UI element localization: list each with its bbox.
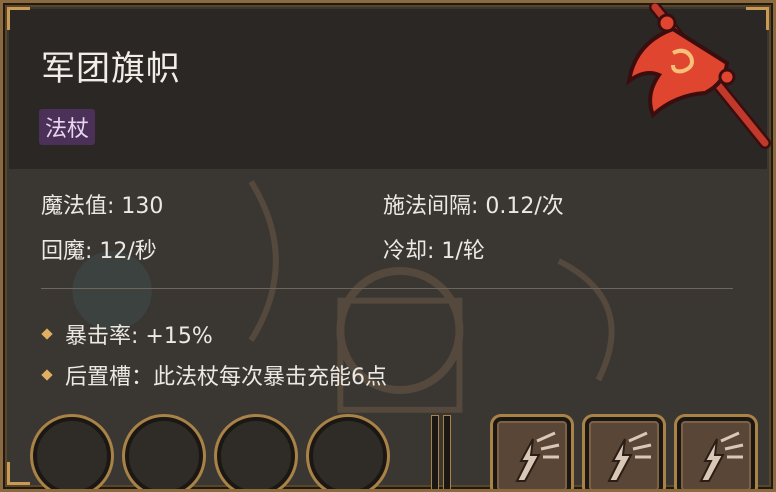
stat-cast-interval: 施法间隔: 0.12/次 — [383, 194, 564, 219]
divider — [41, 288, 733, 289]
diamond-bullet-icon — [41, 369, 53, 381]
item-type-badge: 法杖 — [39, 109, 96, 145]
stat-cooldown: 冷却: 1/轮 — [383, 239, 485, 264]
corner-ornament — [7, 462, 30, 485]
spell-slot[interactable] — [585, 417, 663, 489]
stat-mana: 魔法值: 130 — [41, 194, 164, 219]
spell-slot[interactable] — [493, 417, 571, 489]
bonus-text: 暴击率: +15% — [65, 324, 213, 349]
empty-spell-slot[interactable] — [309, 417, 387, 489]
spell-slot[interactable] — [677, 417, 755, 489]
slot-separator — [443, 415, 451, 489]
lightning-hand-icon — [515, 431, 560, 482]
bonus-crit: 暴击率: +15% — [41, 318, 213, 350]
item-tooltip-panel: 军团旗帜 法杖 魔法值: 130 施法间隔: 0.12/次 回魔: 12/秒 冷… — [0, 0, 776, 492]
lightning-hand-icon — [699, 431, 744, 482]
item-name: 军团旗帜 — [41, 49, 181, 89]
corner-ornament — [7, 7, 30, 30]
bonus-back-slot: 后置槽：此法杖每次暴击充能6点 — [41, 359, 387, 391]
slot-separator — [431, 415, 439, 489]
bonus-text: 后置槽：此法杖每次暴击充能6点 — [65, 365, 387, 390]
flag-staff-icon — [626, 3, 771, 149]
stat-regen: 回魔: 12/秒 — [41, 239, 157, 264]
empty-spell-slot[interactable] — [217, 417, 295, 489]
diamond-bullet-icon — [41, 328, 53, 340]
empty-spell-slot[interactable] — [33, 417, 111, 489]
lightning-hand-icon — [607, 431, 652, 482]
empty-spell-slot[interactable] — [125, 417, 203, 489]
